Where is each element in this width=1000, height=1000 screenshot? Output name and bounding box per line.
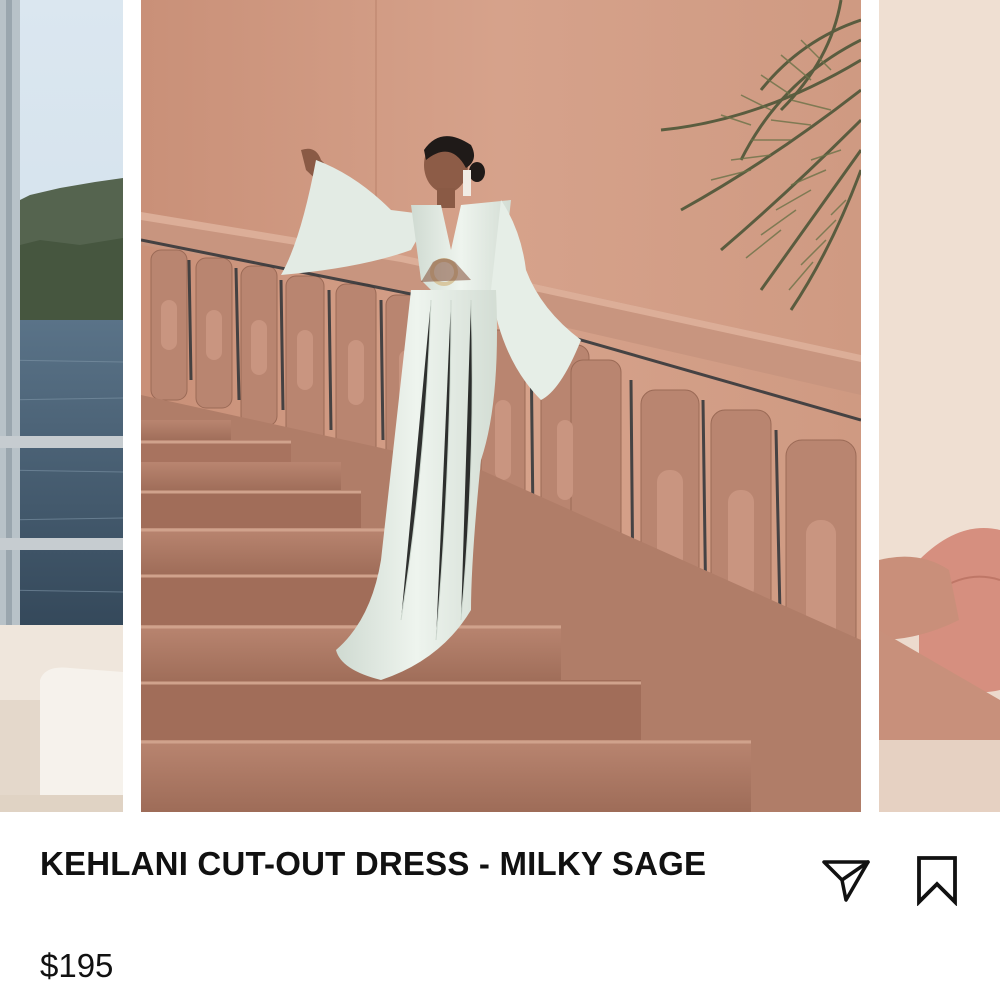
carousel-slide-current[interactable] <box>141 0 861 812</box>
product-info: KEHLANI CUT-OUT DRESS - MILKY SAGE $195 <box>0 812 1000 1000</box>
product-photo <box>141 0 861 812</box>
product-price: $195 <box>40 947 114 984</box>
product-title: KEHLANI CUT-OUT DRESS - MILKY SAGE <box>40 845 707 882</box>
paper-plane-icon <box>822 860 870 902</box>
bookmark-icon <box>917 856 957 906</box>
product-page: KEHLANI CUT-OUT DRESS - MILKY SAGE $195 <box>0 0 1000 1000</box>
share-button[interactable] <box>818 852 874 908</box>
yacht-sea-photo <box>0 0 123 812</box>
carousel-slide-previous[interactable] <box>0 0 123 812</box>
carousel-slide-next[interactable] <box>879 0 1000 812</box>
image-carousel[interactable] <box>0 0 1000 812</box>
pink-sleeve-photo <box>879 0 1000 812</box>
save-button[interactable] <box>909 852 965 908</box>
